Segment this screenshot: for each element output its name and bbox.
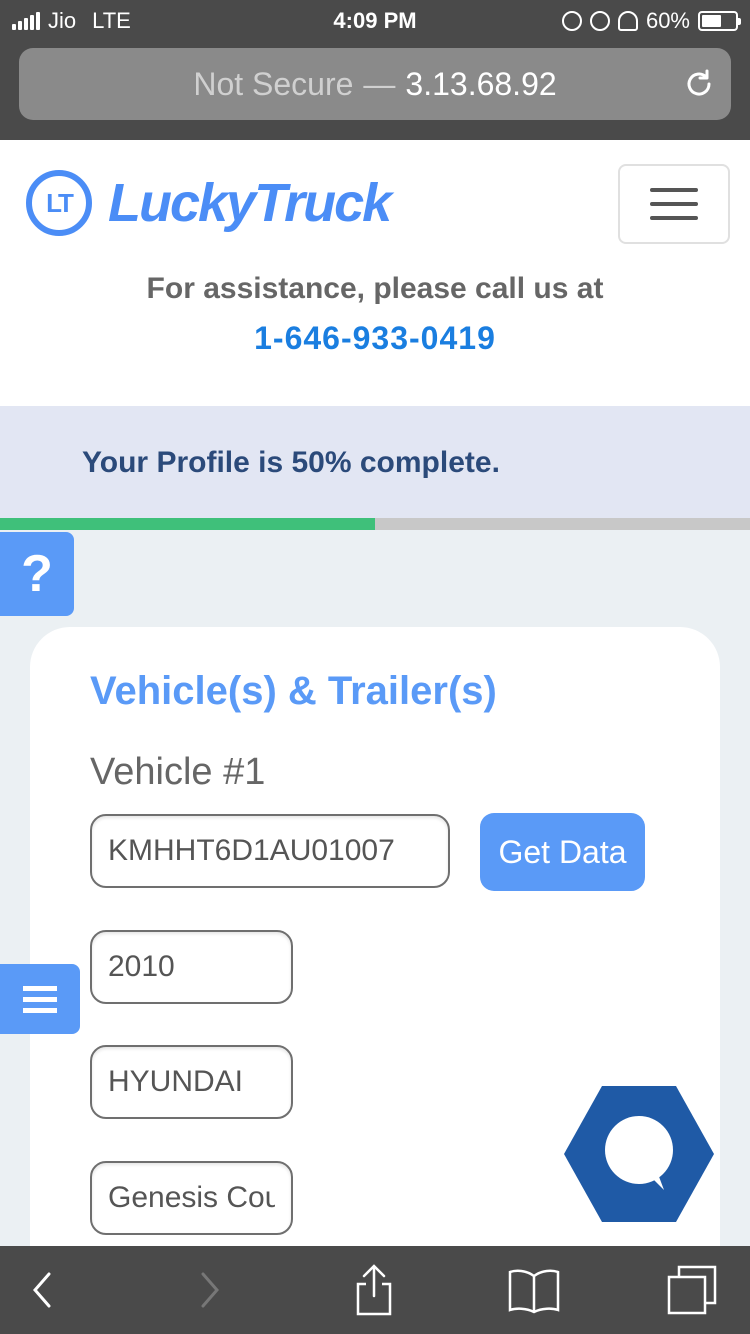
vin-input[interactable] bbox=[90, 814, 450, 888]
site-header: LT LuckyTruck For assistance, please cal… bbox=[0, 140, 750, 406]
vehicle-label: Vehicle #1 bbox=[90, 751, 266, 793]
profile-banner: Your Profile is 50% complete. bbox=[0, 406, 750, 518]
nav-menu-button[interactable] bbox=[618, 164, 730, 244]
url-separator: — bbox=[363, 65, 396, 102]
profile-progress-bar bbox=[0, 518, 750, 530]
menu-bar bbox=[650, 216, 698, 220]
share-button[interactable] bbox=[344, 1260, 404, 1320]
menu-bar bbox=[23, 985, 57, 991]
book-icon bbox=[508, 1269, 560, 1314]
menu-bar bbox=[650, 188, 698, 192]
bookmarks-button[interactable] bbox=[504, 1260, 564, 1320]
rotation-lock-icon bbox=[561, 11, 582, 31]
browser-chrome: Not Secure — 3.13.68.92 bbox=[0, 40, 750, 140]
logo[interactable]: LT LuckyTruck bbox=[26, 170, 392, 236]
forward-button[interactable] bbox=[180, 1260, 240, 1320]
chevron-left-icon bbox=[33, 1272, 51, 1308]
security-label: Not Secure bbox=[193, 65, 354, 102]
menu-bar bbox=[23, 1007, 57, 1013]
battery-percent: 60% bbox=[645, 8, 690, 33]
logo-mark-icon: LT bbox=[26, 170, 92, 236]
share-icon bbox=[356, 1264, 392, 1316]
reload-icon[interactable] bbox=[683, 68, 715, 100]
headphones-icon bbox=[617, 11, 638, 31]
phone-link[interactable]: 1-646-933-0419 bbox=[0, 320, 750, 357]
assistance-text: For assistance, please call us at bbox=[146, 272, 604, 305]
back-button[interactable] bbox=[12, 1260, 72, 1320]
year-input[interactable] bbox=[90, 930, 293, 1004]
make-input[interactable] bbox=[90, 1045, 293, 1119]
menu-bar bbox=[23, 996, 57, 1002]
get-data-button[interactable]: Get Data bbox=[480, 813, 645, 891]
tabs-button[interactable] bbox=[662, 1260, 722, 1320]
alarm-icon bbox=[589, 11, 610, 31]
url-host: 3.13.68.92 bbox=[405, 65, 557, 102]
model-input[interactable] bbox=[90, 1161, 293, 1235]
chat-bubble-icon[interactable] bbox=[564, 1086, 714, 1222]
vehicle-card: Vehicle(s) & Trailer(s) Vehicle #1 Get D… bbox=[30, 627, 720, 1327]
battery-icon bbox=[698, 11, 741, 31]
progress-fill bbox=[0, 518, 375, 530]
card-title: Vehicle(s) & Trailer(s) bbox=[90, 669, 497, 713]
browser-toolbar bbox=[0, 1246, 750, 1334]
chevron-right-icon bbox=[201, 1272, 219, 1308]
profile-completion-text: Your Profile is 50% complete. bbox=[82, 446, 500, 479]
logo-text: LuckyTruck bbox=[108, 173, 392, 233]
status-bar: Jio LTE 4:09 PM 60% bbox=[0, 0, 750, 40]
address-bar[interactable]: Not Secure — 3.13.68.92 bbox=[19, 48, 731, 120]
tabs-icon bbox=[667, 1265, 717, 1315]
side-menu-button[interactable] bbox=[0, 964, 80, 1034]
help-button[interactable]: ? bbox=[0, 532, 74, 616]
menu-bar bbox=[650, 202, 698, 206]
